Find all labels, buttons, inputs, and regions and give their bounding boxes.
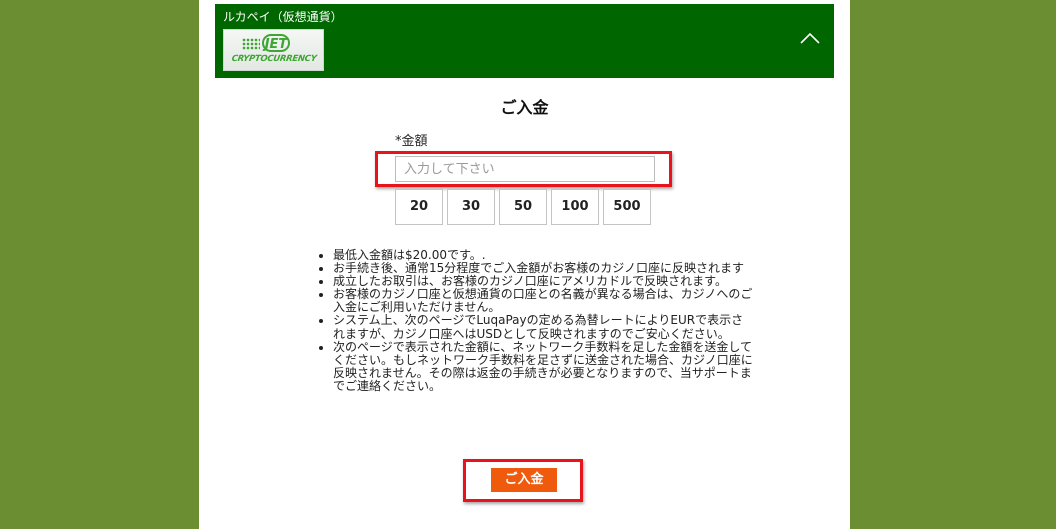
jet-cryptocurrency-logo: JET CRYPTOCURRENCY bbox=[223, 29, 324, 71]
note-item: お客様のカジノ口座と仮想通貨の口座との名義が異なる場合は、カジノへのご入金にご利… bbox=[333, 288, 753, 314]
deposit-submit-button[interactable]: ご入金 bbox=[491, 468, 557, 492]
logo-sub-text: CRYPTOCURRENCY bbox=[230, 54, 318, 64]
page-title: ご入金 bbox=[500, 98, 549, 117]
note-item: システム上、次のページでLuqaPayの定める為替レートによりEURで表示されま… bbox=[333, 314, 753, 340]
payment-method-title: ルカペイ（仮想通貨） bbox=[223, 10, 343, 24]
deposit-notes: 最低入金額は$20.00です。. お手続き後、通常15分程度でご入金額がお客様の… bbox=[311, 248, 753, 393]
logo-dots-icon bbox=[242, 38, 260, 50]
preset-amount-button[interactable]: 500 bbox=[603, 189, 651, 225]
preset-amount-button[interactable]: 30 bbox=[447, 189, 495, 225]
payment-method-header[interactable]: ルカペイ（仮想通貨） JET CRYPTOCURRENCY bbox=[215, 4, 834, 78]
amount-label: *金額 bbox=[395, 134, 428, 149]
preset-amount-button[interactable]: 100 bbox=[551, 189, 599, 225]
preset-amount-button[interactable]: 20 bbox=[395, 189, 443, 225]
note-item: 次のページで表示された金額に、ネットワーク手数料を足した金額を送金してください。… bbox=[333, 340, 753, 393]
chevron-up-icon[interactable] bbox=[798, 28, 822, 48]
amount-input[interactable] bbox=[395, 156, 655, 182]
logo-main-text: JET bbox=[262, 34, 290, 52]
preset-amount-button[interactable]: 50 bbox=[499, 189, 547, 225]
deposit-panel: ルカペイ（仮想通貨） JET CRYPTOCURRENCY ご入金 *金額 20… bbox=[199, 0, 850, 529]
